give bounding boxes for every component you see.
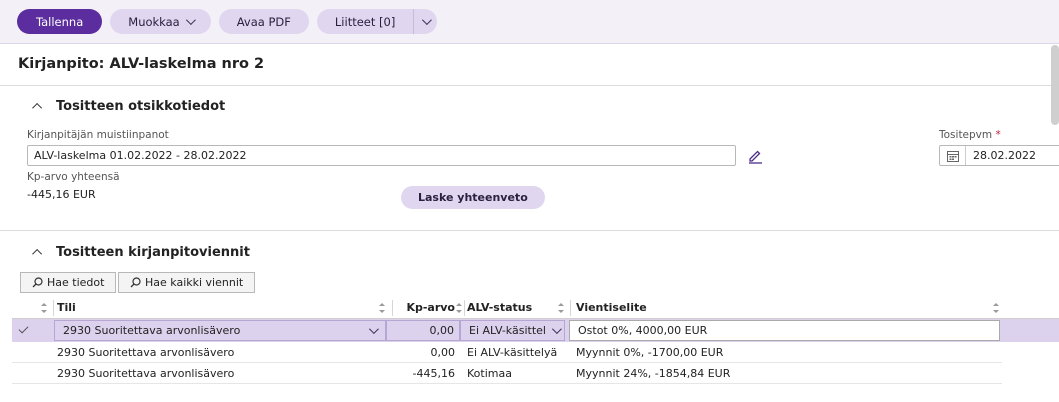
- column-header-amount[interactable]: Kp-arvo: [402, 297, 455, 318]
- fetch-button[interactable]: Hae tiedot: [20, 272, 117, 293]
- column-separator: [53, 300, 54, 316]
- total-label: Kp-arvo yhteensä: [27, 171, 120, 183]
- collapse-entries-section-button[interactable]: [30, 244, 46, 260]
- calculate-summary-button[interactable]: Laske yhteenveto: [401, 186, 545, 209]
- attachments-split-button: Liitteet [0]: [316, 9, 438, 34]
- vat-status-select[interactable]: Ei ALV-käsittel: [460, 320, 565, 341]
- cell-amount: -445,16: [412, 366, 455, 380]
- notes-input[interactable]: [27, 145, 736, 166]
- column-header-vat-status[interactable]: ALV-status: [467, 297, 532, 318]
- chevron-up-icon: [31, 248, 42, 259]
- column-header-description[interactable]: Vientiselite: [576, 297, 647, 318]
- sort-icon[interactable]: [456, 303, 462, 313]
- total-value: -445,16 EUR: [27, 188, 96, 201]
- column-header-account[interactable]: Tili: [57, 297, 76, 318]
- fetch-all-button[interactable]: Hae kaikki viennit: [118, 272, 256, 293]
- vat-status-select-value: Ei ALV-käsittel: [469, 324, 546, 337]
- required-marker: *: [995, 129, 1001, 141]
- toolbar: Tallenna Muokkaa Avaa PDF Liitteet [0]: [0, 0, 1059, 44]
- entries-section-title: Tositteen kirjanpitoviennit: [56, 244, 250, 260]
- cell-vat-status: Ei ALV-käsittelyä: [467, 345, 558, 359]
- attachments-button[interactable]: Liitteet [0]: [317, 9, 413, 34]
- calendar-icon[interactable]: [940, 146, 966, 165]
- entries-grid: Tili Kp-arvo ALV-status Vientiselite 293…: [12, 297, 1059, 384]
- chevron-down-icon: [368, 324, 379, 335]
- edit-menu-button[interactable]: Muokkaa: [110, 9, 211, 34]
- search-icon: [130, 277, 141, 288]
- cell-account: 2930 Suoritettava arvonlisävero: [57, 345, 235, 359]
- table-row[interactable]: 2930 Suoritettava arvonlisävero -445,16 …: [12, 363, 1002, 384]
- vertical-scrollbar[interactable]: [1051, 45, 1059, 125]
- amount-input-value: 0,00: [429, 324, 455, 337]
- description-input[interactable]: Ostot 0%, 4000,00 EUR: [569, 320, 1000, 341]
- cell-description: Myynnit 24%, -1854,84 EUR: [576, 366, 731, 380]
- header-section-heading: Tositteen otsikkotiedot: [30, 98, 225, 114]
- fetch-all-button-label: Hae kaikki viennit: [145, 276, 244, 289]
- sort-icon[interactable]: [993, 303, 999, 313]
- fetch-button-label: Hae tiedot: [47, 276, 105, 289]
- sort-icon[interactable]: [379, 303, 385, 313]
- chevron-down-icon: [185, 15, 196, 26]
- date-label-text: Tositepvm: [939, 129, 993, 141]
- description-input-value: Ostot 0%, 4000,00 EUR: [578, 324, 708, 337]
- edit-menu-label: Muokkaa: [128, 14, 180, 29]
- cell-amount: 0,00: [430, 345, 456, 359]
- column-separator: [464, 300, 465, 316]
- entries-section-heading: Tositteen kirjanpitoviennit: [30, 244, 250, 260]
- column-separator: [392, 300, 393, 316]
- sort-icon[interactable]: [41, 303, 47, 313]
- check-icon: [18, 323, 29, 334]
- table-row-selected[interactable]: 2930 Suoritettava arvonlisävero 0,00 Ei …: [12, 319, 1059, 342]
- account-select-value: 2930 Suoritettava arvonlisävero: [63, 324, 241, 337]
- chevron-down-icon: [551, 324, 562, 335]
- divider: [0, 230, 1059, 231]
- save-button[interactable]: Tallenna: [17, 9, 103, 34]
- open-pdf-button[interactable]: Avaa PDF: [218, 9, 309, 34]
- cell-vat-status: Kotimaa: [467, 366, 512, 380]
- edit-pencil-icon[interactable]: [747, 148, 763, 164]
- page-title: Kirjanpito: ALV-laskelma nro 2: [18, 56, 265, 72]
- cell-description: Myynnit 0%, -1700,00 EUR: [576, 345, 724, 359]
- cell-account: 2930 Suoritettava arvonlisävero: [57, 366, 235, 380]
- account-select[interactable]: 2930 Suoritettava arvonlisävero: [54, 320, 386, 341]
- sort-icon[interactable]: [558, 303, 564, 313]
- table-row[interactable]: 2930 Suoritettava arvonlisävero 0,00 Ei …: [12, 342, 1002, 363]
- notes-label: Kirjanpitäjän muistiinpanot: [27, 129, 169, 141]
- search-icon: [32, 277, 43, 288]
- date-field[interactable]: 28.02.2022: [939, 145, 1059, 166]
- amount-input[interactable]: 0,00: [386, 320, 460, 341]
- date-label: Tositepvm *: [939, 129, 1001, 141]
- date-value: 28.02.2022: [973, 149, 1036, 162]
- grid-header-row: Tili Kp-arvo ALV-status Vientiselite: [12, 297, 1059, 319]
- chevron-down-icon: [422, 15, 433, 26]
- header-section-title: Tositteen otsikkotiedot: [56, 98, 226, 114]
- column-separator: [570, 300, 571, 316]
- collapse-header-section-button[interactable]: [30, 98, 46, 114]
- chevron-up-icon: [31, 102, 42, 113]
- divider: [0, 85, 1059, 86]
- attachments-dropdown-button[interactable]: [413, 9, 437, 34]
